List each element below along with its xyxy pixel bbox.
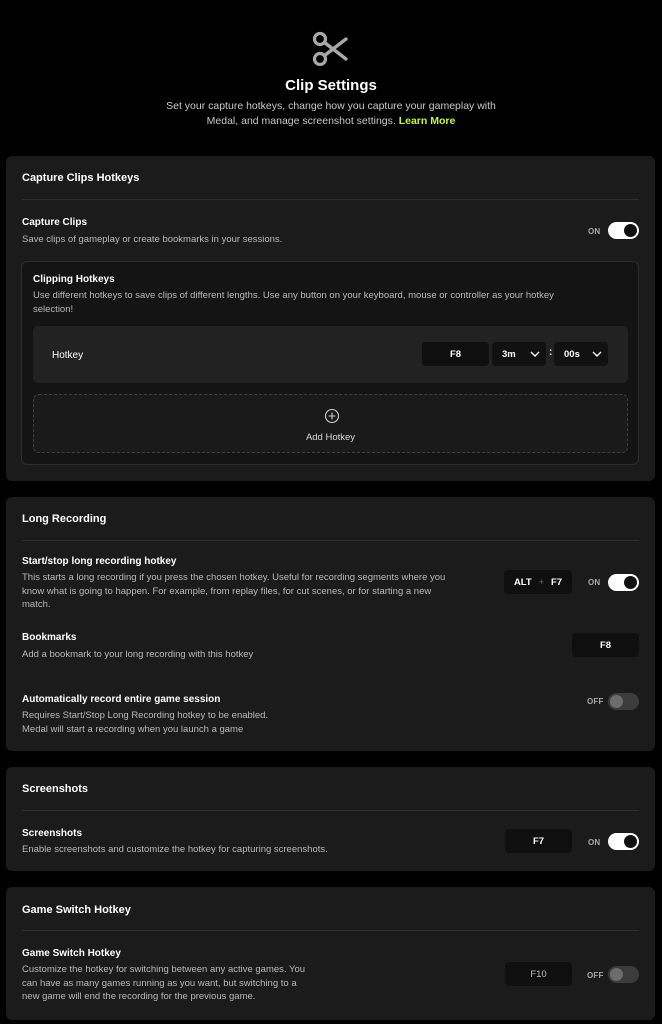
learn-more-link[interactable]: Learn More (399, 115, 456, 127)
clipping-hotkeys-panel: Clipping Hotkeys Use different hotkeys t… (21, 261, 639, 465)
game-switch-toggle-label: OFF (587, 971, 604, 980)
game-switch-desc-line-3: new game will end the recording for the … (22, 991, 256, 1002)
screenshots-toggle[interactable] (608, 833, 639, 850)
start-stop-desc-line-1: This starts a long recording if you pres… (22, 572, 446, 583)
toggle-knob (610, 968, 623, 981)
capture-clips-toggle-label: ON (588, 227, 601, 236)
screenshots-title: Screenshots (22, 828, 83, 839)
game-switch-title: Game Switch Hotkey (22, 948, 121, 959)
screenshots-card: Screenshots Screenshots Enable screensho… (6, 767, 655, 871)
clip-seconds-select[interactable]: 00s (554, 342, 608, 366)
section-title-game-switch: Game Switch Hotkey (22, 904, 131, 916)
add-hotkey-button[interactable]: Add Hotkey (33, 394, 628, 453)
key-plus: + (538, 577, 544, 587)
toggle-knob (624, 835, 637, 848)
long-recording-card: Long Recording Start/stop long recording… (6, 497, 655, 751)
long-recording-toggle-label: ON (588, 578, 601, 587)
clip-minutes-value: 3m (502, 349, 516, 360)
clip-seconds-value: 00s (564, 349, 580, 360)
chevron-down-icon (592, 351, 602, 357)
section-divider (22, 930, 639, 931)
game-switch-card: Game Switch Hotkey Game Switch Hotkey Cu… (6, 887, 655, 1020)
page-subtitle: Set your capture hotkeys, change how you… (165, 99, 497, 129)
plus-circle-icon (324, 408, 340, 424)
capture-clips-toggle[interactable] (608, 222, 639, 239)
page-header: Clip Settings Set your capture hotkeys, … (0, 0, 662, 156)
game-switch-desc: Customize the hotkey for switching betwe… (22, 963, 342, 1004)
game-switch-toggle[interactable] (608, 966, 639, 983)
time-separator: : (549, 347, 553, 358)
clipping-hotkeys-desc: Use different hotkeys to save clips of d… (33, 289, 623, 316)
bookmarks-desc: Add a bookmark to your long recording wi… (22, 649, 254, 660)
section-divider (22, 810, 639, 811)
long-recording-hotkey[interactable]: ALT + F7 (504, 570, 572, 594)
clip-minutes-select[interactable]: 3m (492, 342, 546, 366)
subtitle-line-1: Set your capture hotkeys, change how you… (166, 100, 496, 112)
key-f7: F7 (550, 576, 563, 588)
clipping-desc-line-1: Use different hotkeys to save clips of d… (33, 290, 554, 301)
key-alt: ALT (513, 576, 532, 588)
scissors-icon (312, 31, 348, 67)
page-title: Clip Settings (285, 77, 377, 94)
toggle-knob (610, 695, 623, 708)
section-title-capture-clips: Capture Clips Hotkeys (22, 172, 140, 184)
section-title-screenshots: Screenshots (22, 783, 89, 795)
start-stop-desc-line-2: know what is going to happen. For exampl… (22, 585, 432, 597)
clip-hotkey-key[interactable]: F8 (422, 342, 489, 366)
auto-record-desc-line-2: Medal will start a recording when you la… (22, 723, 244, 735)
game-switch-desc-line-2: can have as many games running as you wa… (22, 977, 297, 989)
subtitle-line-2: Medal, and manage screenshot settings. (206, 115, 396, 127)
chevron-down-icon (530, 351, 540, 357)
capture-clips-title: Capture Clips (22, 217, 88, 228)
section-title-long-recording: Long Recording (22, 513, 107, 525)
auto-record-toggle[interactable] (608, 693, 639, 710)
clipping-desc-line-2: selection! (33, 303, 74, 315)
clip-hotkey-row: Hotkey F8 3m : 00s (33, 326, 628, 383)
toggle-knob (624, 224, 637, 237)
auto-record-desc-line-1: Requires Start/Stop Long Recording hotke… (22, 710, 269, 721)
game-switch-hotkey[interactable]: F10 (505, 962, 572, 986)
hotkey-label: Hotkey (52, 350, 84, 361)
auto-record-desc: Requires Start/Stop Long Recording hotke… (22, 709, 268, 736)
screenshot-hotkey[interactable]: F7 (505, 829, 572, 853)
bookmarks-title: Bookmarks (22, 632, 77, 643)
auto-record-title: Automatically record entire game session (22, 694, 221, 705)
add-hotkey-label: Add Hotkey (305, 432, 356, 443)
section-divider (22, 540, 639, 541)
long-recording-toggle[interactable] (608, 574, 639, 591)
screenshots-toggle-label: ON (588, 838, 601, 847)
bookmark-hotkey[interactable]: F8 (572, 633, 639, 657)
start-stop-desc-line-3: match. (22, 599, 51, 610)
screenshots-desc: Enable screenshots and customize the hot… (22, 844, 328, 855)
section-divider (22, 199, 639, 200)
capture-clips-card: Capture Clips Hotkeys Capture Clips Save… (6, 156, 655, 481)
capture-clips-desc: Save clips of gameplay or create bookmar… (22, 234, 283, 245)
start-stop-desc: This starts a long recording if you pres… (22, 571, 492, 612)
toggle-knob (624, 576, 637, 589)
auto-record-toggle-label: OFF (587, 697, 604, 706)
start-stop-title: Start/stop long recording hotkey (22, 556, 177, 567)
game-switch-desc-line-1: Customize the hotkey for switching betwe… (22, 964, 306, 975)
clipping-hotkeys-title: Clipping Hotkeys (33, 274, 115, 285)
